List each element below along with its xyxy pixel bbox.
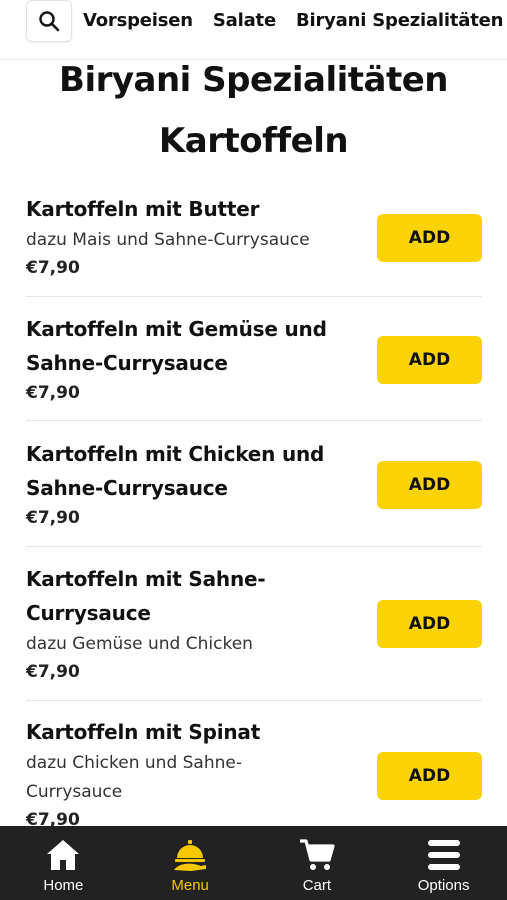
nav-home-label: Home xyxy=(43,877,84,894)
category-bar: Vorspeisen Salate Biryani Spezialitäten xyxy=(0,0,507,60)
hamburger-icon xyxy=(427,840,460,870)
search-icon xyxy=(39,10,60,31)
item-name: Kartoffeln mit Spinat xyxy=(26,720,261,744)
divider xyxy=(26,546,482,547)
nav-cart[interactable]: Cart xyxy=(254,826,381,900)
item-name: Kartoffeln mit Chicken und Sahne-Currysa… xyxy=(26,442,325,500)
menu-page: Vorspeisen Salate Biryani Spezialitäten … xyxy=(0,0,507,900)
menu-item: Kartoffeln mit Gemüse und Sahne-Currysau… xyxy=(26,312,482,412)
item-name: Kartoffeln mit Butter xyxy=(26,197,260,221)
item-description: dazu Mais und Sahne-Currysauce xyxy=(26,230,310,250)
subsection-title: Kartoffeln xyxy=(158,121,349,161)
item-description: dazu Gemüse und Chicken xyxy=(26,634,253,654)
menu-item: Kartoffeln mit Butter dazu Mais und Sahn… xyxy=(26,192,482,292)
bottom-nav: Home Menu Cart Options xyxy=(0,826,507,900)
nav-home[interactable]: Home xyxy=(0,826,127,900)
divider xyxy=(26,296,482,297)
search-button[interactable] xyxy=(26,0,72,42)
home-icon xyxy=(47,840,80,870)
nav-cart-label: Cart xyxy=(302,877,332,894)
nav-menu-label: Menu xyxy=(171,877,209,894)
item-description: dazu Chicken und Sahne-Currysauce xyxy=(26,753,242,802)
category-tab-biryani[interactable]: Biryani Spezialitäten xyxy=(296,10,503,31)
add-button[interactable]: ADD xyxy=(377,752,482,800)
item-name: Kartoffeln mit Gemüse und Sahne-Currysau… xyxy=(26,317,327,375)
divider xyxy=(26,420,482,421)
add-button[interactable]: ADD xyxy=(377,600,482,648)
item-price: €7,90 xyxy=(26,383,80,403)
item-name: Kartoffeln mit Sahne-Currysauce xyxy=(26,567,266,625)
nav-menu[interactable]: Menu xyxy=(127,826,254,900)
cloche-icon xyxy=(174,840,207,871)
item-price: €7,90 xyxy=(26,508,80,528)
nav-options[interactable]: Options xyxy=(380,826,507,900)
add-button[interactable]: ADD xyxy=(377,336,482,384)
item-price: €7,90 xyxy=(26,662,80,682)
menu-item: Kartoffeln mit Sahne-Currysauce dazu Gem… xyxy=(26,562,482,692)
divider xyxy=(26,700,482,701)
add-button[interactable]: ADD xyxy=(377,461,482,509)
category-tab-salate[interactable]: Salate xyxy=(213,10,276,31)
section-title: Biryani Spezialitäten xyxy=(59,60,448,100)
menu-item: Kartoffeln mit Chicken und Sahne-Currysa… xyxy=(26,437,482,537)
nav-options-label: Options xyxy=(417,877,470,894)
cart-icon xyxy=(299,839,335,870)
add-button[interactable]: ADD xyxy=(377,214,482,262)
category-tab-vorspeisen[interactable]: Vorspeisen xyxy=(83,10,193,31)
